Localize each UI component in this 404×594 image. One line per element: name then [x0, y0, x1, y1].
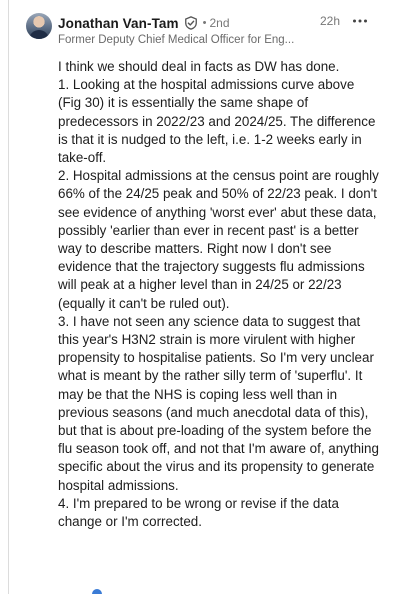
separator-dot: •: [202, 17, 207, 29]
author-name[interactable]: Jonathan Van-Tam: [58, 16, 179, 31]
author-headline: Former Deputy Chief Medical Officer for …: [58, 34, 295, 46]
comment: Jonathan Van-Tam • 2nd 22h Former Deputy…: [0, 0, 404, 594]
comment-paragraph: 2. Hospital admissions at the census poi…: [58, 168, 379, 311]
reaction-icon[interactable]: [92, 589, 102, 594]
comment-paragraph: 4. I'm prepared to be wrong or revise if…: [58, 495, 339, 530]
avatar[interactable]: [26, 13, 52, 39]
avatar-shoulders: [29, 30, 49, 39]
three-dots-icon[interactable]: [352, 13, 368, 29]
comment-time: 22h: [320, 14, 341, 28]
shield-check-icon: [184, 16, 198, 30]
comment-paragraph: I think we should deal in facts as DW ha…: [58, 59, 340, 74]
comment-paragraph: 3. I have not seen any science data to s…: [58, 313, 379, 493]
comment-paragraph: 1. Looking at the hospital admissions cu…: [58, 77, 376, 166]
comment-body: I think we should deal in facts as DW ha…: [58, 58, 380, 531]
connection-degree: 2nd: [209, 16, 230, 30]
author-row: Jonathan Van-Tam • 2nd: [58, 13, 230, 33]
